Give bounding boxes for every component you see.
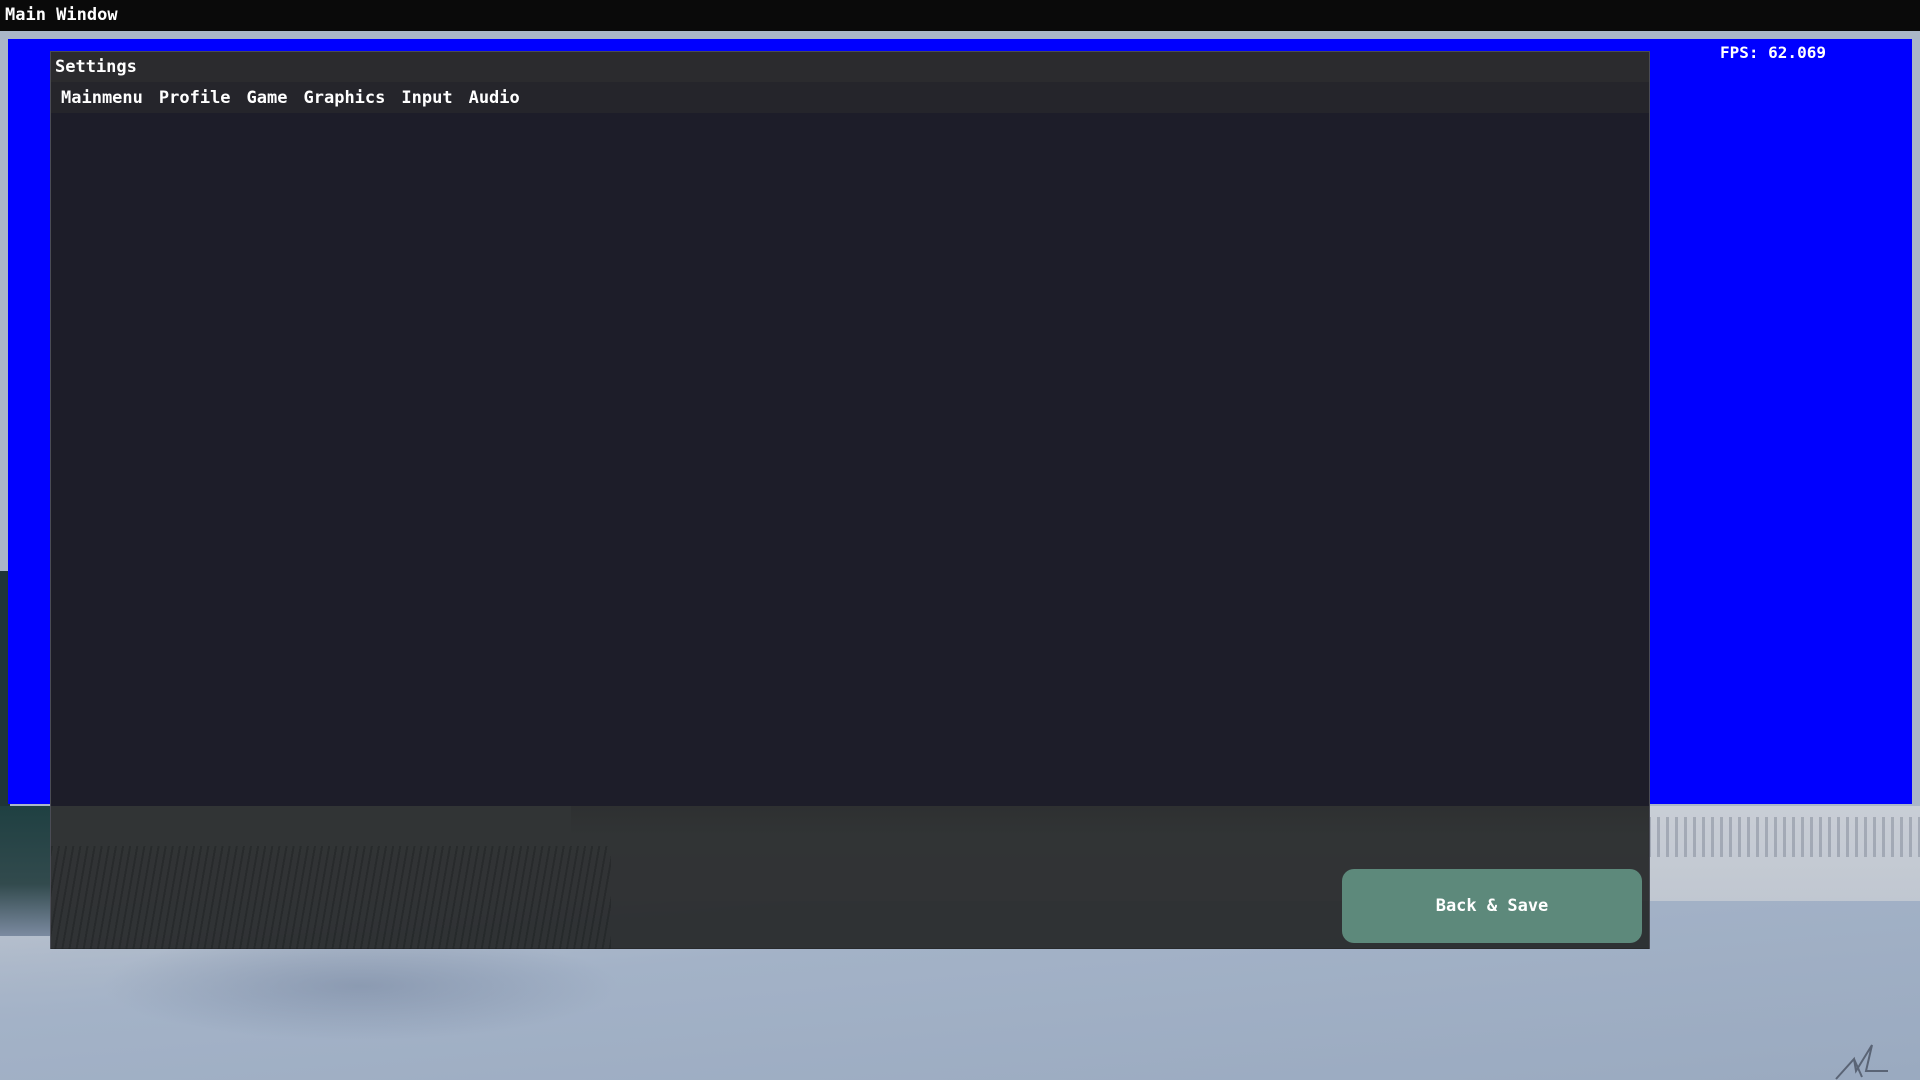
tab-graphics[interactable]: Graphics [304,88,386,108]
tab-audio[interactable]: Audio [469,88,520,108]
footer-grass [51,846,611,949]
tab-game[interactable]: Game [247,88,288,108]
window-title: Main Window [5,5,118,25]
settings-content-panel [51,113,1649,806]
settings-title[interactable]: Settings [51,52,1649,82]
window-title-bar[interactable]: Main Window [0,0,1920,31]
grass-patch [1648,817,1920,857]
settings-footer: Back & Save [51,806,1649,949]
tab-input[interactable]: Input [401,88,452,108]
left-terrain-foliage [0,806,50,936]
settings-tab-bar: Mainmenu Profile Game Graphics Input Aud… [51,82,1649,113]
settings-window: Settings Mainmenu Profile Game Graphics … [50,51,1650,949]
tab-profile[interactable]: Profile [159,88,231,108]
tab-mainmenu[interactable]: Mainmenu [61,88,143,108]
fps-counter: FPS: 62.069 [1720,43,1826,62]
footer-terrain-ridge [571,806,1649,836]
game-viewport: FPS: 62.069 Settings Mainmenu Profile Ga… [0,31,1920,1080]
back-save-button[interactable]: Back & Save [1342,869,1642,943]
bird-icon [1835,1044,1888,1080]
